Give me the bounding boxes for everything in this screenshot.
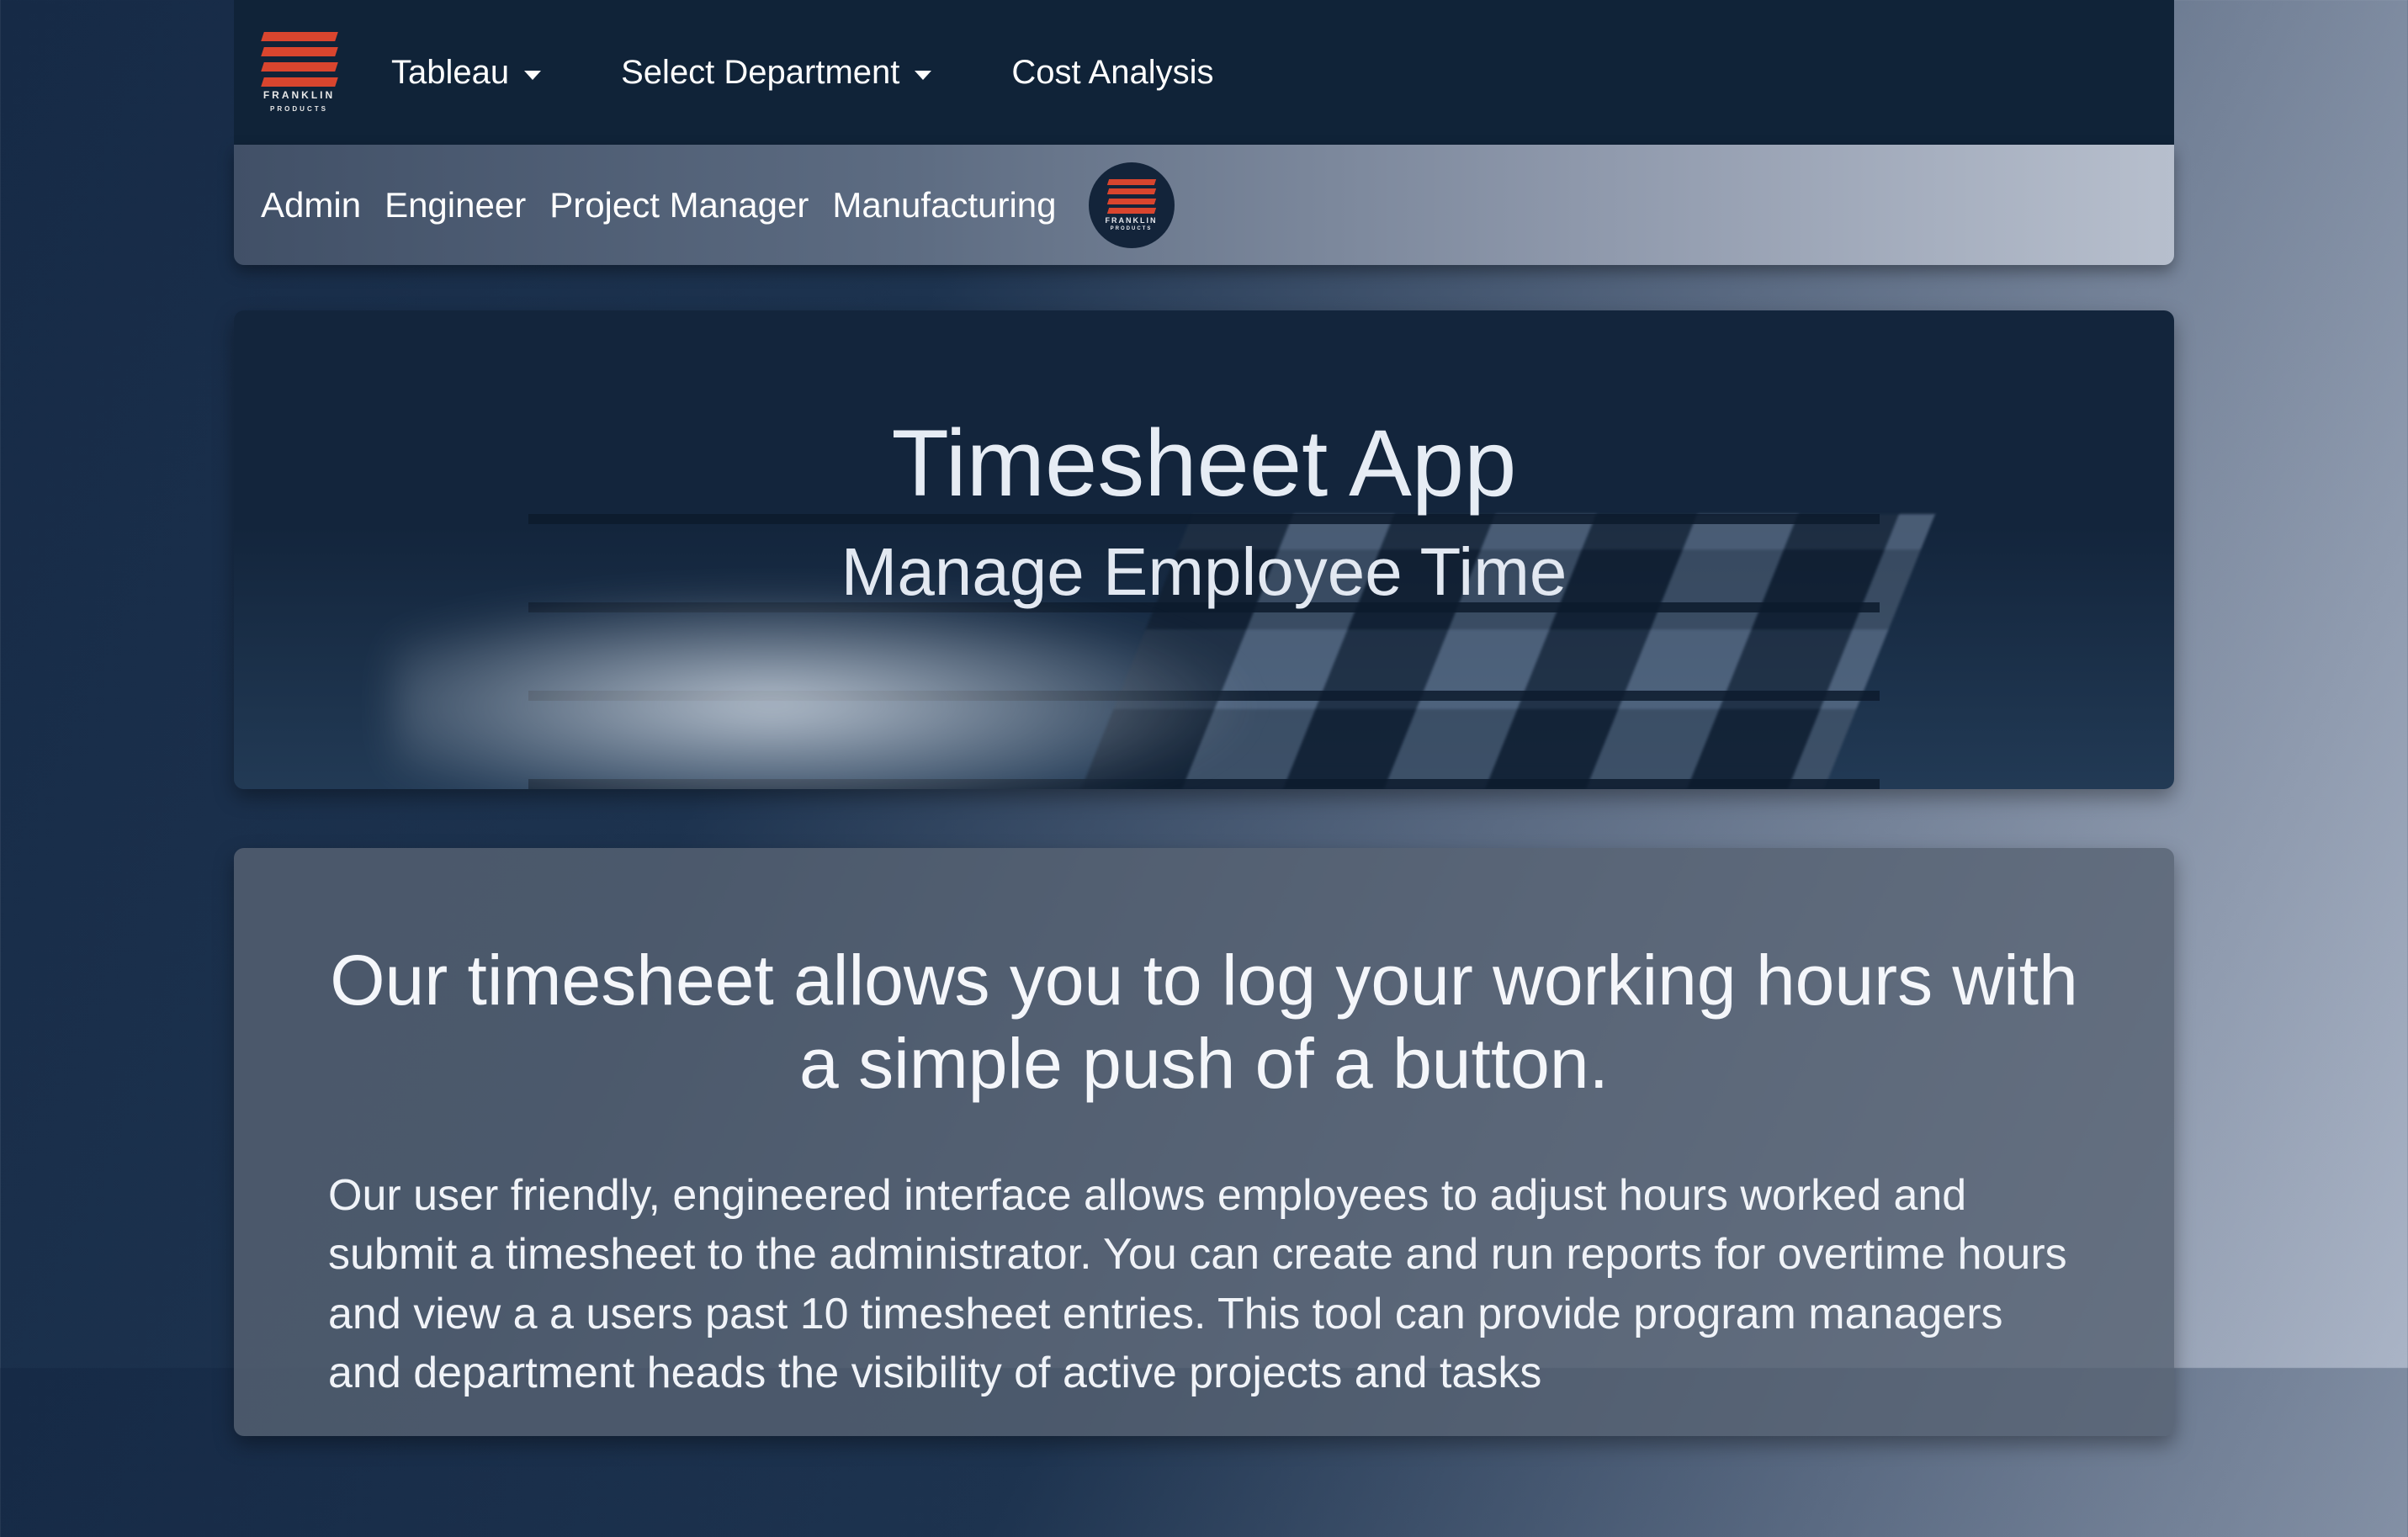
subnav-engineer[interactable]: Engineer bbox=[385, 185, 526, 225]
content-body: Our user friendly, engineered interface … bbox=[328, 1166, 2080, 1402]
subnav-manufacturing[interactable]: Manufacturing bbox=[832, 185, 1056, 225]
topnav-label: Select Department bbox=[621, 54, 899, 92]
content-heading: Our timesheet allows you to log your wor… bbox=[328, 939, 2080, 1105]
sub-navbar: Admin Engineer Project Manager Manufactu… bbox=[234, 145, 2174, 265]
top-nav-list: Tableau Select Department Cost Analysis bbox=[391, 54, 1214, 92]
chevron-down-icon bbox=[915, 71, 931, 80]
topnav-label: Cost Analysis bbox=[1011, 54, 1213, 92]
topnav-tableau[interactable]: Tableau bbox=[391, 54, 541, 92]
subnav-admin[interactable]: Admin bbox=[261, 185, 361, 225]
brand-chip[interactable]: FRANKLIN PRODUCTS bbox=[1089, 162, 1175, 248]
brand-chip-subtitle: PRODUCTS bbox=[1111, 226, 1153, 231]
topnav-select-department[interactable]: Select Department bbox=[621, 54, 931, 92]
subnav-project-manager[interactable]: Project Manager bbox=[549, 185, 809, 225]
hero-subtitle: Manage Employee Time bbox=[841, 535, 1567, 609]
brand-subtitle: PRODUCTS bbox=[270, 105, 328, 113]
hero-banner: Timesheet App Manage Employee Time bbox=[234, 310, 2174, 789]
topnav-label: Tableau bbox=[391, 54, 509, 92]
brand-logo-stripes-icon bbox=[263, 32, 337, 87]
brand-chip-stripes-icon bbox=[1108, 179, 1155, 215]
top-navbar: FRANKLIN PRODUCTS Tableau Select Departm… bbox=[234, 0, 2174, 145]
brand-name: FRANKLIN bbox=[263, 89, 335, 101]
content-card: Our timesheet allows you to log your wor… bbox=[234, 848, 2174, 1436]
brand-chip-name: FRANKLIN bbox=[1106, 216, 1158, 225]
chevron-down-icon bbox=[524, 71, 541, 80]
brand-logo[interactable]: FRANKLIN PRODUCTS bbox=[259, 32, 339, 113]
topnav-cost-analysis[interactable]: Cost Analysis bbox=[1011, 54, 1213, 92]
hero-title: Timesheet App bbox=[892, 411, 1517, 515]
page: FRANKLIN PRODUCTS Tableau Select Departm… bbox=[0, 0, 2408, 1537]
